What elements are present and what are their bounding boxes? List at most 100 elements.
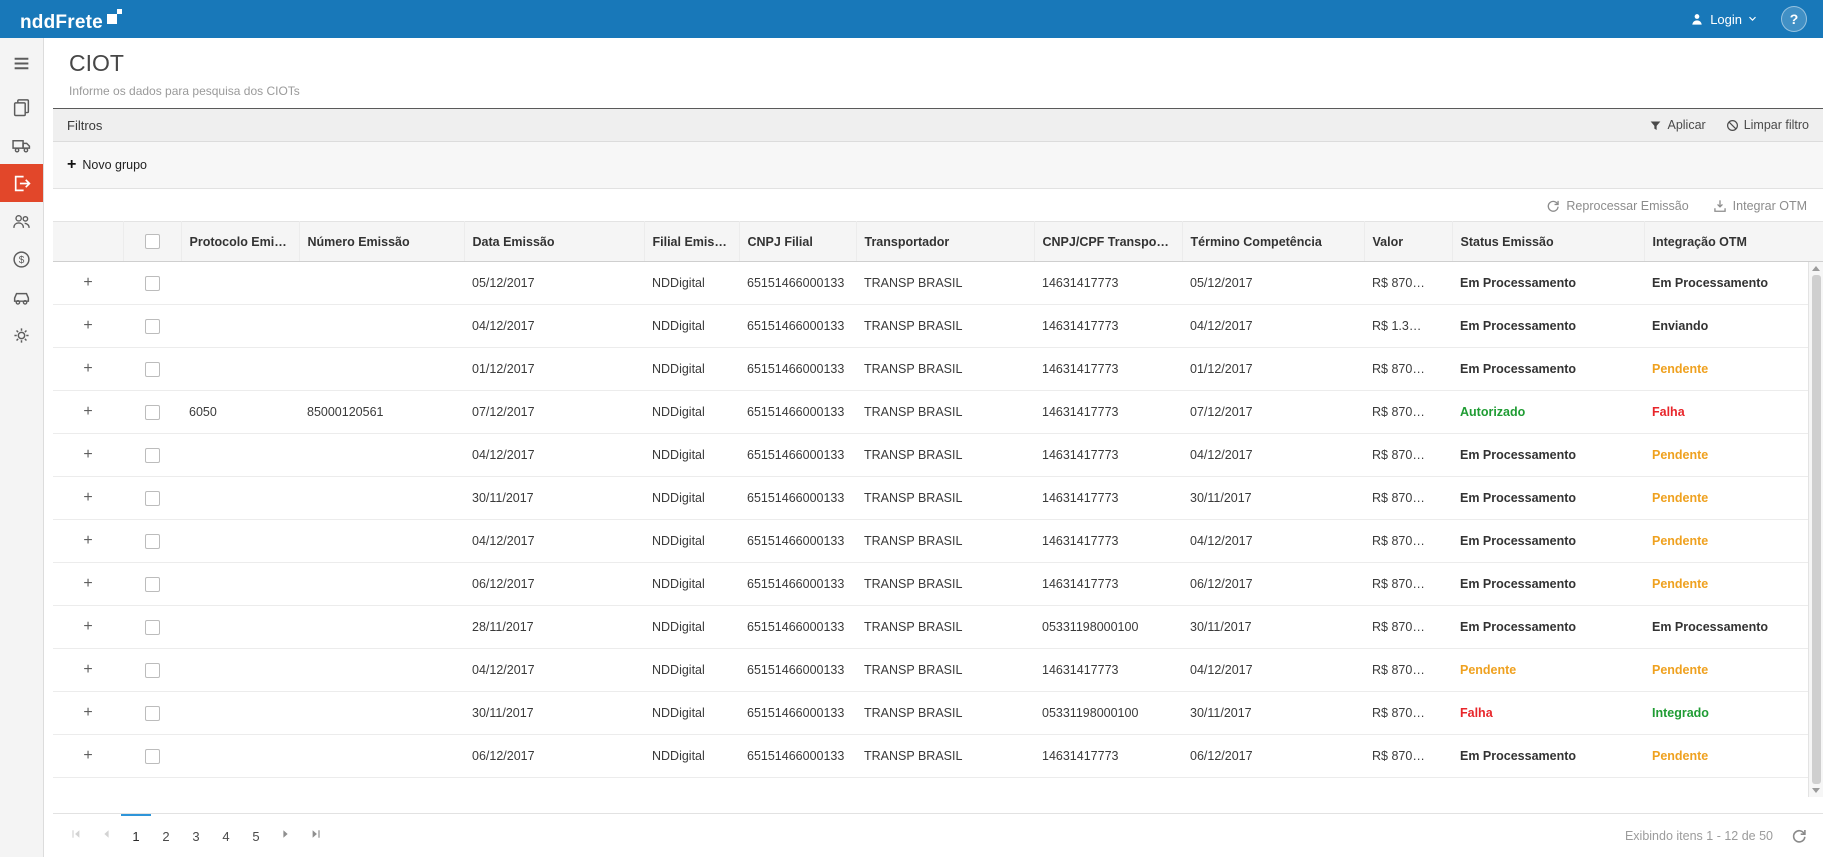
cell-filial: NDDigital [644,520,739,563]
sidebar-item-transport[interactable] [0,126,43,164]
cell-termino: 30/11/2017 [1182,692,1364,735]
login-button[interactable]: Login [1684,11,1763,28]
table-row: + 04/12/2017 NDDigital 65151466000133 TR… [53,649,1823,692]
pager-page-3[interactable]: 3 [181,814,211,857]
row-checkbox[interactable] [145,405,160,420]
column-header-data-emissao[interactable]: Data Emissão [464,222,644,262]
row-checkbox[interactable] [145,577,160,592]
row-checkbox[interactable] [145,749,160,764]
cell-data-emissao: 05/12/2017 [464,262,644,305]
table-row: + 04/12/2017 NDDigital 65151466000133 TR… [53,434,1823,477]
table-row: + 04/12/2017 NDDigital 65151466000133 TR… [53,305,1823,348]
sidebar-menu-toggle[interactable] [0,44,43,82]
cell-cnpj-filial: 65151466000133 [739,606,856,649]
expand-row-icon[interactable]: + [83,446,92,463]
pager-last-button[interactable] [301,814,331,857]
reprocess-emission-button[interactable]: Reprocessar Emissão [1546,199,1688,213]
cell-cnpj-cpf: 14631417773 [1034,735,1182,778]
help-label: ? [1790,11,1799,27]
cell-filial: NDDigital [644,606,739,649]
column-header-status-emissao[interactable]: Status Emissão [1452,222,1644,262]
column-header-numero-emissao[interactable]: Número Emissão [299,222,464,262]
column-header-cnpj-filial[interactable]: CNPJ Filial [739,222,856,262]
table-row: + 28/11/2017 NDDigital 65151466000133 TR… [53,606,1823,649]
table-row: + 01/12/2017 NDDigital 65151466000133 TR… [53,348,1823,391]
cell-valor: R$ 870,00 [1364,606,1452,649]
cell-numero [299,348,464,391]
main-content: CIOT Informe os dados para pesquisa dos … [44,38,1823,857]
apply-filter-button[interactable]: Aplicar [1649,118,1705,132]
expand-row-icon[interactable]: + [83,403,92,420]
integrate-otm-button[interactable]: Integrar OTM [1713,199,1807,213]
sidebar-item-payments[interactable]: $ [0,240,43,278]
expand-row-icon[interactable]: + [83,360,92,377]
column-header-cnpj-cpf-transportador[interactable]: CNPJ/CPF Transporta... [1034,222,1182,262]
filters-panel-body: + Novo grupo [53,142,1823,189]
sidebar-item-settings[interactable] [0,316,43,354]
row-checkbox[interactable] [145,491,160,506]
pager-next-button[interactable] [271,814,301,857]
cell-integracao-otm: Pendente [1644,563,1823,606]
column-header-termino-competencia[interactable]: Término Competência [1182,222,1364,262]
vertical-scrollbar[interactable] [1808,262,1823,797]
select-all-checkbox[interactable] [145,234,160,249]
cell-termino: 01/12/2017 [1182,348,1364,391]
row-checkbox[interactable] [145,276,160,291]
clear-filter-button[interactable]: Limpar filtro [1726,118,1809,132]
expand-row-icon[interactable]: + [83,317,92,334]
row-checkbox[interactable] [145,663,160,678]
scrollbar-thumb[interactable] [1812,275,1821,784]
sidebar-item-users[interactable] [0,202,43,240]
expand-row-icon[interactable]: + [83,747,92,764]
cell-cnpj-cpf: 05331198000100 [1034,692,1182,735]
cell-protocolo: 6050 [181,391,299,434]
sidebar-item-vehicles[interactable] [0,278,43,316]
cell-integracao-otm: Enviando [1644,305,1823,348]
pager-page-1[interactable]: 1 [121,814,151,857]
pager-page-5[interactable]: 5 [241,814,271,857]
cell-transportador: TRANSP BRASIL [856,649,1034,692]
new-group-button[interactable]: + Novo grupo [67,157,147,173]
column-header-filial-emissora[interactable]: Filial Emissora [644,222,739,262]
cell-status-emissao: Em Processamento [1452,735,1644,778]
pager-refresh-button[interactable] [1791,828,1807,844]
cell-transportador: TRANSP BRASIL [856,520,1034,563]
scroll-down-icon[interactable] [1812,788,1820,793]
gear-icon [12,326,31,345]
download-tray-icon [1713,199,1727,213]
pager-page-4[interactable]: 4 [211,814,241,857]
cell-integracao-otm: Falha [1644,391,1823,434]
column-header-integracao-otm[interactable]: Integração OTM [1644,222,1823,262]
cell-filial: NDDigital [644,348,739,391]
page-header: CIOT Informe os dados para pesquisa dos … [53,38,1823,108]
column-header-protocolo-emissao[interactable]: Protocolo Emissão [181,222,299,262]
expand-row-icon[interactable]: + [83,489,92,506]
cell-filial: NDDigital [644,477,739,520]
expand-row-icon[interactable]: + [83,618,92,635]
sidebar-item-documents[interactable] [0,88,43,126]
row-checkbox[interactable] [145,362,160,377]
expand-row-icon[interactable]: + [83,274,92,291]
column-header-valor[interactable]: Valor [1364,222,1452,262]
row-checkbox[interactable] [145,706,160,721]
help-button[interactable]: ? [1781,6,1807,32]
row-checkbox[interactable] [145,620,160,635]
sidebar-item-ciot[interactable] [0,164,43,202]
login-label: Login [1710,12,1742,27]
pager-prev-button[interactable] [91,814,121,857]
expand-row-icon[interactable]: + [83,704,92,721]
cell-status-emissao: Em Processamento [1452,520,1644,563]
column-header-transportador[interactable]: Transportador [856,222,1034,262]
row-checkbox[interactable] [145,534,160,549]
expand-row-icon[interactable]: + [83,532,92,549]
last-page-icon [310,828,322,843]
cell-status-emissao: Em Processamento [1452,606,1644,649]
row-checkbox[interactable] [145,319,160,334]
expand-row-icon[interactable]: + [83,575,92,592]
row-checkbox[interactable] [145,448,160,463]
scroll-up-icon[interactable] [1812,266,1820,271]
pager-page-2[interactable]: 2 [151,814,181,857]
expand-row-icon[interactable]: + [83,661,92,678]
pager-first-button[interactable] [61,814,91,857]
cell-numero [299,305,464,348]
